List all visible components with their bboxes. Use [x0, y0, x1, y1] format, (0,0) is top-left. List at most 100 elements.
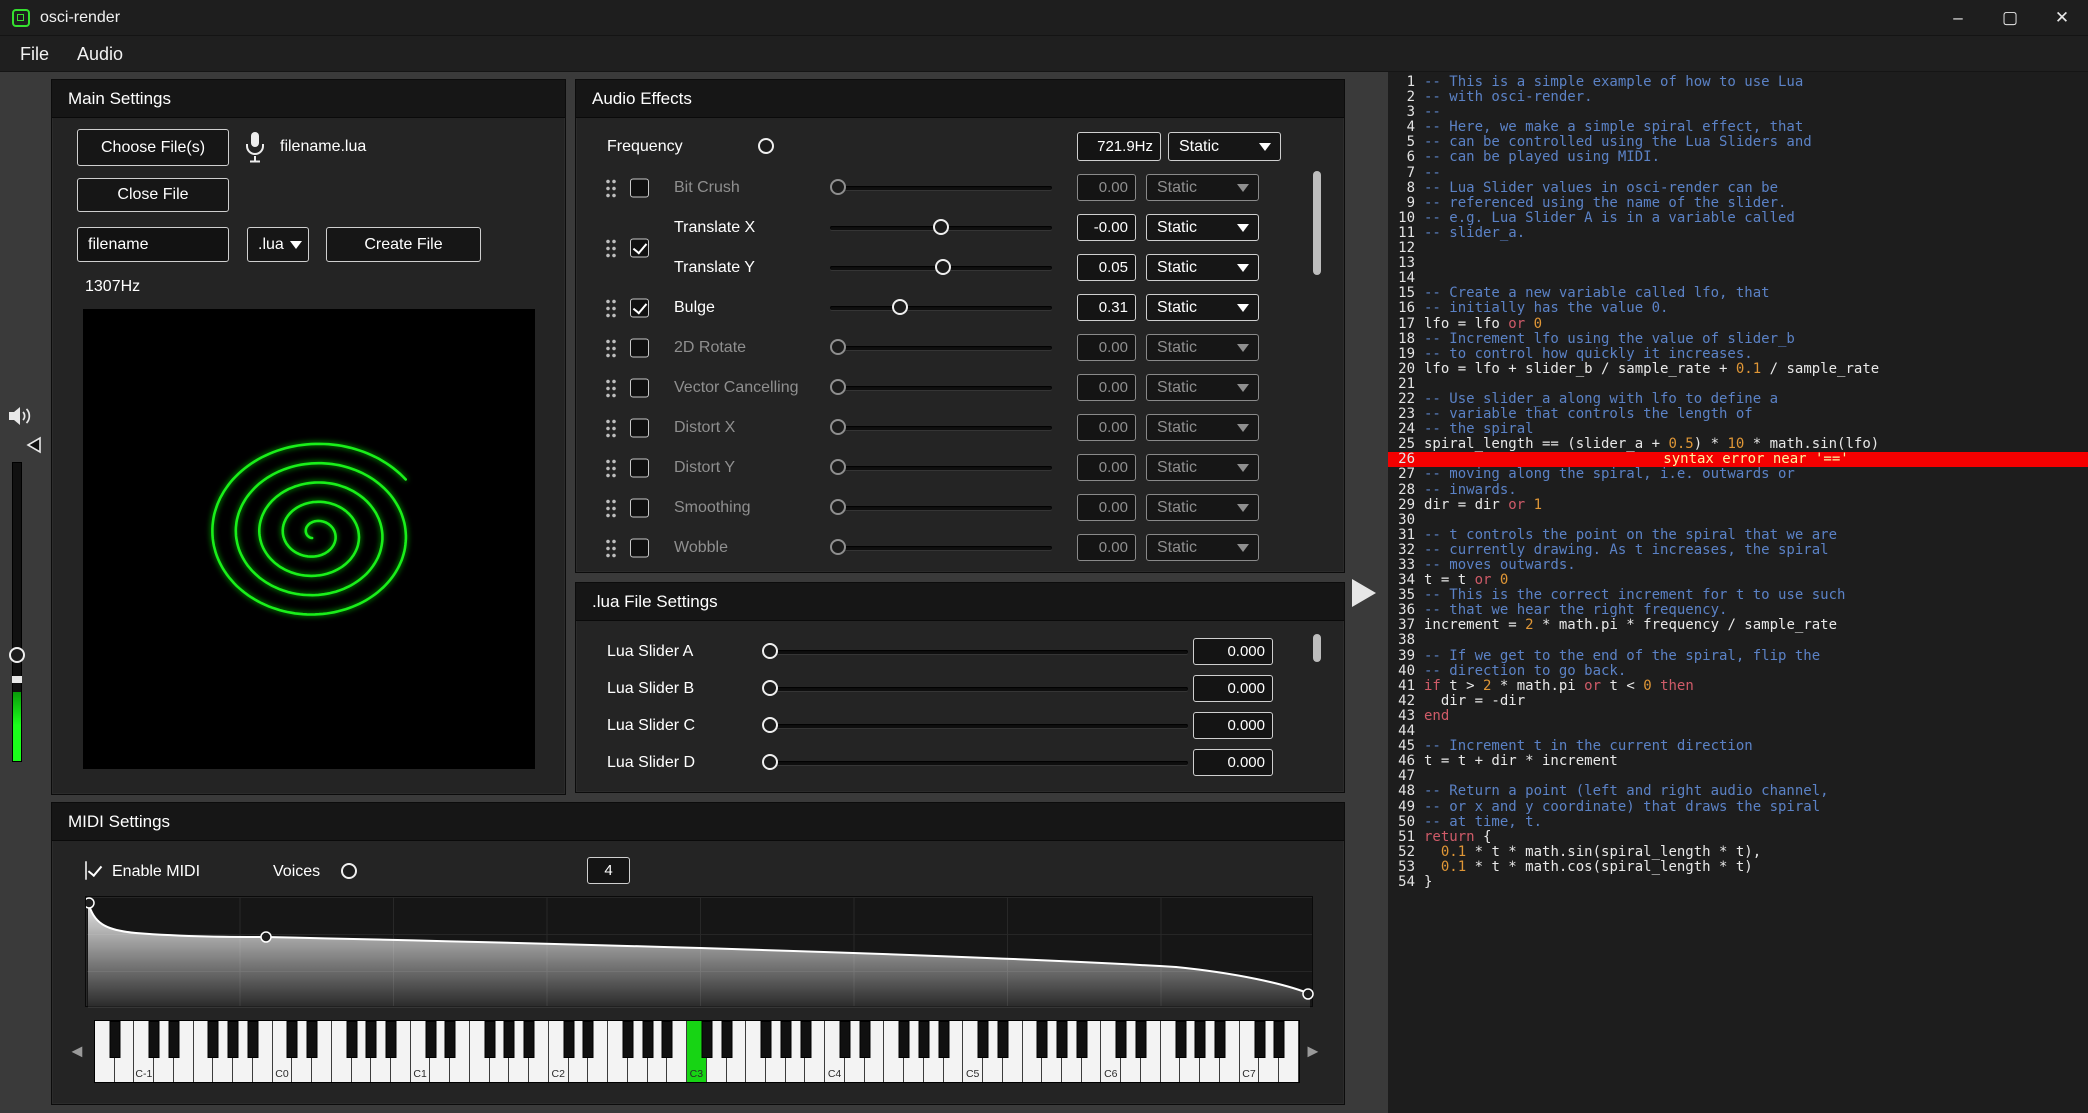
- drag-handle-icon[interactable]: [605, 298, 617, 318]
- piano-key-black[interactable]: [287, 1021, 298, 1058]
- piano-key-black[interactable]: [1254, 1021, 1265, 1058]
- envelope-point[interactable]: [1303, 989, 1313, 999]
- volume-marker-icon[interactable]: [25, 436, 43, 454]
- effect-slider[interactable]: [830, 459, 1052, 476]
- effect-value[interactable]: 0.00: [1077, 374, 1136, 401]
- envelope-point[interactable]: [261, 932, 271, 942]
- menu-audio[interactable]: Audio: [63, 36, 137, 72]
- piano-key-black[interactable]: [938, 1021, 949, 1058]
- effect-value[interactable]: 0.00: [1077, 174, 1136, 201]
- effect-slider[interactable]: [830, 299, 1052, 316]
- play-button[interactable]: [1351, 578, 1377, 608]
- piano-key-black[interactable]: [978, 1021, 989, 1058]
- minimize-icon[interactable]: –: [1932, 0, 1984, 35]
- piano-key-black[interactable]: [445, 1021, 456, 1058]
- piano-key-black[interactable]: [1057, 1021, 1068, 1058]
- effect-value[interactable]: 0.00: [1077, 334, 1136, 361]
- piano-key-black[interactable]: [1136, 1021, 1147, 1058]
- piano-key-black[interactable]: [228, 1021, 239, 1058]
- effect-enable-checkbox[interactable]: [630, 179, 649, 198]
- drag-handle-icon[interactable]: [605, 338, 617, 358]
- lua-slider[interactable]: [762, 754, 1188, 771]
- maximize-icon[interactable]: ▢: [1984, 0, 2036, 35]
- piano-key-black[interactable]: [761, 1021, 772, 1058]
- effect-value[interactable]: 0.00: [1077, 414, 1136, 441]
- voices-value[interactable]: 4: [587, 857, 630, 884]
- effect-slider[interactable]: [830, 499, 1052, 516]
- piano-key-black[interactable]: [386, 1021, 397, 1058]
- piano-key-black[interactable]: [1037, 1021, 1048, 1058]
- effect-value[interactable]: 0.00: [1077, 494, 1136, 521]
- drag-handle-icon[interactable]: [605, 418, 617, 438]
- keyboard-right-arrow-icon[interactable]: ►: [1304, 1041, 1322, 1061]
- effect-mode-select[interactable]: Static: [1146, 414, 1259, 441]
- effect-mode-select[interactable]: Static: [1146, 454, 1259, 481]
- drag-handle-icon[interactable]: [605, 458, 617, 478]
- piano-key-black[interactable]: [1076, 1021, 1087, 1058]
- frequency-mode-select[interactable]: Static: [1168, 132, 1281, 161]
- effect-mode-select[interactable]: Static: [1146, 534, 1259, 561]
- effect-mode-select[interactable]: Static: [1146, 174, 1259, 201]
- enable-midi-checkbox[interactable]: [85, 861, 87, 880]
- piano-key-black[interactable]: [109, 1021, 120, 1058]
- effect-slider[interactable]: [830, 539, 1052, 556]
- effect-mode-select[interactable]: Static: [1146, 294, 1259, 321]
- lua-slider-value[interactable]: 0.000: [1193, 749, 1273, 776]
- voices-slider-thumb[interactable]: [341, 863, 357, 879]
- effect-mode-select[interactable]: Static: [1146, 374, 1259, 401]
- piano-key-black[interactable]: [642, 1021, 653, 1058]
- effect-enable-checkbox[interactable]: [630, 379, 649, 398]
- speaker-icon[interactable]: [7, 403, 37, 429]
- effect-slider[interactable]: [830, 379, 1052, 396]
- effect-enable-checkbox[interactable]: [630, 339, 649, 358]
- piano-key-black[interactable]: [504, 1021, 515, 1058]
- microphone-icon[interactable]: [244, 131, 266, 164]
- effect-slider[interactable]: [830, 419, 1052, 436]
- lua-scrollbar-thumb[interactable]: [1313, 634, 1321, 662]
- drag-handle-icon[interactable]: [605, 498, 617, 518]
- effect-slider[interactable]: [830, 259, 1052, 276]
- drag-handle-icon[interactable]: [605, 178, 617, 198]
- effect-value[interactable]: 0.05: [1077, 254, 1136, 281]
- piano-key-black[interactable]: [899, 1021, 910, 1058]
- lua-slider-value[interactable]: 0.000: [1193, 712, 1273, 739]
- piano-key-black[interactable]: [622, 1021, 633, 1058]
- piano-key-black[interactable]: [662, 1021, 673, 1058]
- volume-slider-thumb[interactable]: [9, 647, 25, 663]
- effects-scrollbar-thumb[interactable]: [1313, 171, 1321, 275]
- envelope-point[interactable]: [86, 898, 94, 908]
- effect-mode-select[interactable]: Static: [1146, 334, 1259, 361]
- filename-input[interactable]: filename: [77, 227, 229, 262]
- piano-key-black[interactable]: [247, 1021, 258, 1058]
- piano-key-black[interactable]: [1175, 1021, 1186, 1058]
- piano-key-black[interactable]: [1195, 1021, 1206, 1058]
- close-file-button[interactable]: Close File: [77, 178, 229, 212]
- lua-slider-value[interactable]: 0.000: [1193, 675, 1273, 702]
- piano-key-black[interactable]: [840, 1021, 851, 1058]
- effect-enable-checkbox[interactable]: [630, 499, 649, 518]
- piano-key-black[interactable]: [484, 1021, 495, 1058]
- effect-slider[interactable]: [830, 339, 1052, 356]
- piano-key-black[interactable]: [425, 1021, 436, 1058]
- effect-enable-checkbox[interactable]: [630, 539, 649, 558]
- effect-value[interactable]: -0.00: [1077, 214, 1136, 241]
- keyboard-left-arrow-icon[interactable]: ◄: [68, 1041, 86, 1061]
- piano-key-black[interactable]: [149, 1021, 160, 1058]
- piano-key-black[interactable]: [307, 1021, 318, 1058]
- effect-enable-checkbox[interactable]: [630, 459, 649, 478]
- drag-handle-icon[interactable]: [605, 378, 617, 398]
- choose-files-button[interactable]: Choose File(s): [77, 129, 229, 166]
- lua-slider[interactable]: [762, 680, 1188, 697]
- effect-mode-select[interactable]: Static: [1146, 254, 1259, 281]
- piano-key-black[interactable]: [1116, 1021, 1127, 1058]
- effect-value[interactable]: 0.00: [1077, 534, 1136, 561]
- piano-key-black[interactable]: [346, 1021, 357, 1058]
- lua-slider[interactable]: [762, 643, 1188, 660]
- effect-enable-checkbox[interactable]: [630, 239, 649, 258]
- piano-key-black[interactable]: [208, 1021, 219, 1058]
- effect-slider[interactable]: [830, 219, 1052, 236]
- piano-key-black[interactable]: [563, 1021, 574, 1058]
- menu-file[interactable]: File: [6, 36, 63, 72]
- piano-key-black[interactable]: [366, 1021, 377, 1058]
- piano-key-black[interactable]: [997, 1021, 1008, 1058]
